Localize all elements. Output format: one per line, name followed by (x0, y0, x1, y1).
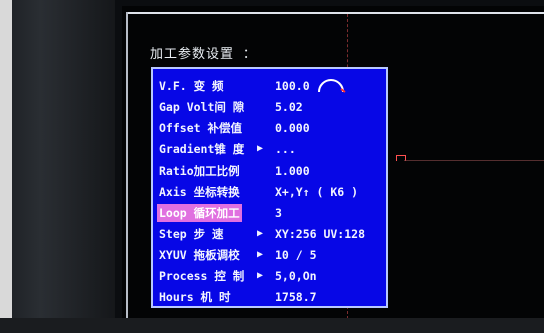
menu-item-axis[interactable]: Axis 坐标转换 X+,Y↑ ( K6 ) (159, 183, 384, 201)
menu-item-gap-volt[interactable]: Gap Volt间 隙 5.02 (159, 98, 384, 116)
menu-item-label: Step 步 速 (159, 227, 224, 241)
menu-item-process[interactable]: Process 控 制 ▶ 5,0,On (159, 267, 384, 285)
menu-item-label: Gap Volt间 隙 (159, 100, 245, 114)
menu-item-label: Hours 机 时 (159, 290, 231, 304)
monitor-bezel-edge (0, 0, 12, 333)
menu-item-label: V.F. 变 频 (159, 79, 224, 93)
menu-item-label: Process 控 制 (159, 269, 245, 283)
submenu-arrow-icon: ▶ (257, 228, 264, 239)
workpiece-outline-left (126, 12, 128, 318)
menu-item-label: Loop 循环加工 (157, 204, 242, 222)
submenu-arrow-icon: ▶ (257, 270, 264, 281)
menu-item-ratio[interactable]: Ratio加工比例 1.000 (159, 162, 384, 180)
workpiece-outline-top (126, 12, 544, 14)
menu-item-value: ... (275, 142, 296, 156)
menu-item-label: Ratio加工比例 (159, 164, 240, 178)
monitor-bezel-left (0, 0, 115, 333)
menu-item-step[interactable]: Step 步 速 ▶ XY:256 UV:128 (159, 225, 384, 243)
menu-item-value: 100.0 (275, 79, 310, 93)
menu-item-xyuv[interactable]: XYUV 拖板调校 ▶ 10 / 5 (159, 246, 384, 264)
menu-item-hours[interactable]: Hours 机 时 1758.7 (159, 288, 384, 306)
menu-item-value: 3 (275, 206, 282, 220)
menu-item-value: 10 / 5 (275, 248, 317, 262)
menu-item-value: 5.02 (275, 100, 303, 114)
menu-item-value: X+,Y↑ ( K6 ) (275, 185, 359, 199)
monitor-bezel-bottom (0, 318, 544, 333)
menu-item-value: 1.000 (275, 164, 310, 178)
menu-item-offset[interactable]: Offset 补偿值 0.000 (159, 119, 384, 137)
menu-item-value: 5,0,On (275, 269, 317, 283)
menu-item-label: Gradient锥 度 (159, 142, 245, 156)
menu-item-loop[interactable]: Loop 循环加工 3 (157, 204, 384, 222)
menu-item-value: 0.000 (275, 121, 310, 135)
submenu-arrow-icon: ▶ (257, 143, 264, 154)
menu-item-label: Offset 补偿值 (159, 121, 242, 135)
menu-item-label: XYUV 拖板调校 (159, 248, 240, 262)
menu-item-value: XY:256 UV:128 (275, 227, 366, 241)
page-title: 加工参数设置 ： (150, 47, 257, 62)
menu-item-vf[interactable]: V.F. 变 频 100.0 (159, 77, 384, 95)
path-line (404, 160, 544, 161)
menu-item-label: Axis 坐标转换 (159, 185, 240, 199)
submenu-arrow-icon: ▶ (257, 249, 264, 260)
parameter-menu-panel: V.F. 变 频 100.0 Gap Volt间 隙 5.02 Offset 补… (151, 67, 388, 308)
menu-item-gradient[interactable]: Gradient锥 度 ▶ ... (159, 140, 384, 158)
menu-item-value: 1758.7 (275, 290, 317, 304)
